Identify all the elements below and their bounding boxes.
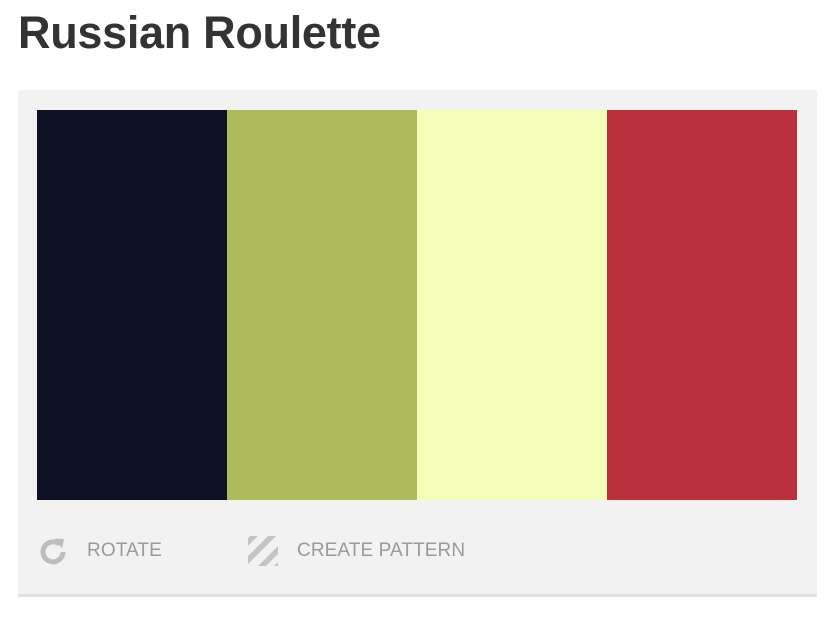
create-pattern-label: CREATE PATTERN — [297, 540, 466, 561]
palette-card: ROTATE CREATE PATTERN — [18, 90, 817, 597]
color-swatch[interactable] — [417, 110, 607, 500]
rotate-icon — [37, 535, 69, 567]
swatch-row — [37, 110, 797, 500]
color-swatch[interactable] — [37, 110, 227, 500]
pattern-stripes-icon — [247, 535, 279, 567]
color-swatch[interactable] — [227, 110, 417, 500]
color-swatch[interactable] — [607, 110, 797, 500]
rotate-button[interactable]: ROTATE — [37, 535, 162, 567]
rotate-label: ROTATE — [87, 540, 162, 561]
create-pattern-button[interactable]: CREATE PATTERN — [247, 535, 465, 567]
page-title: Russian Roulette — [18, 7, 381, 58]
